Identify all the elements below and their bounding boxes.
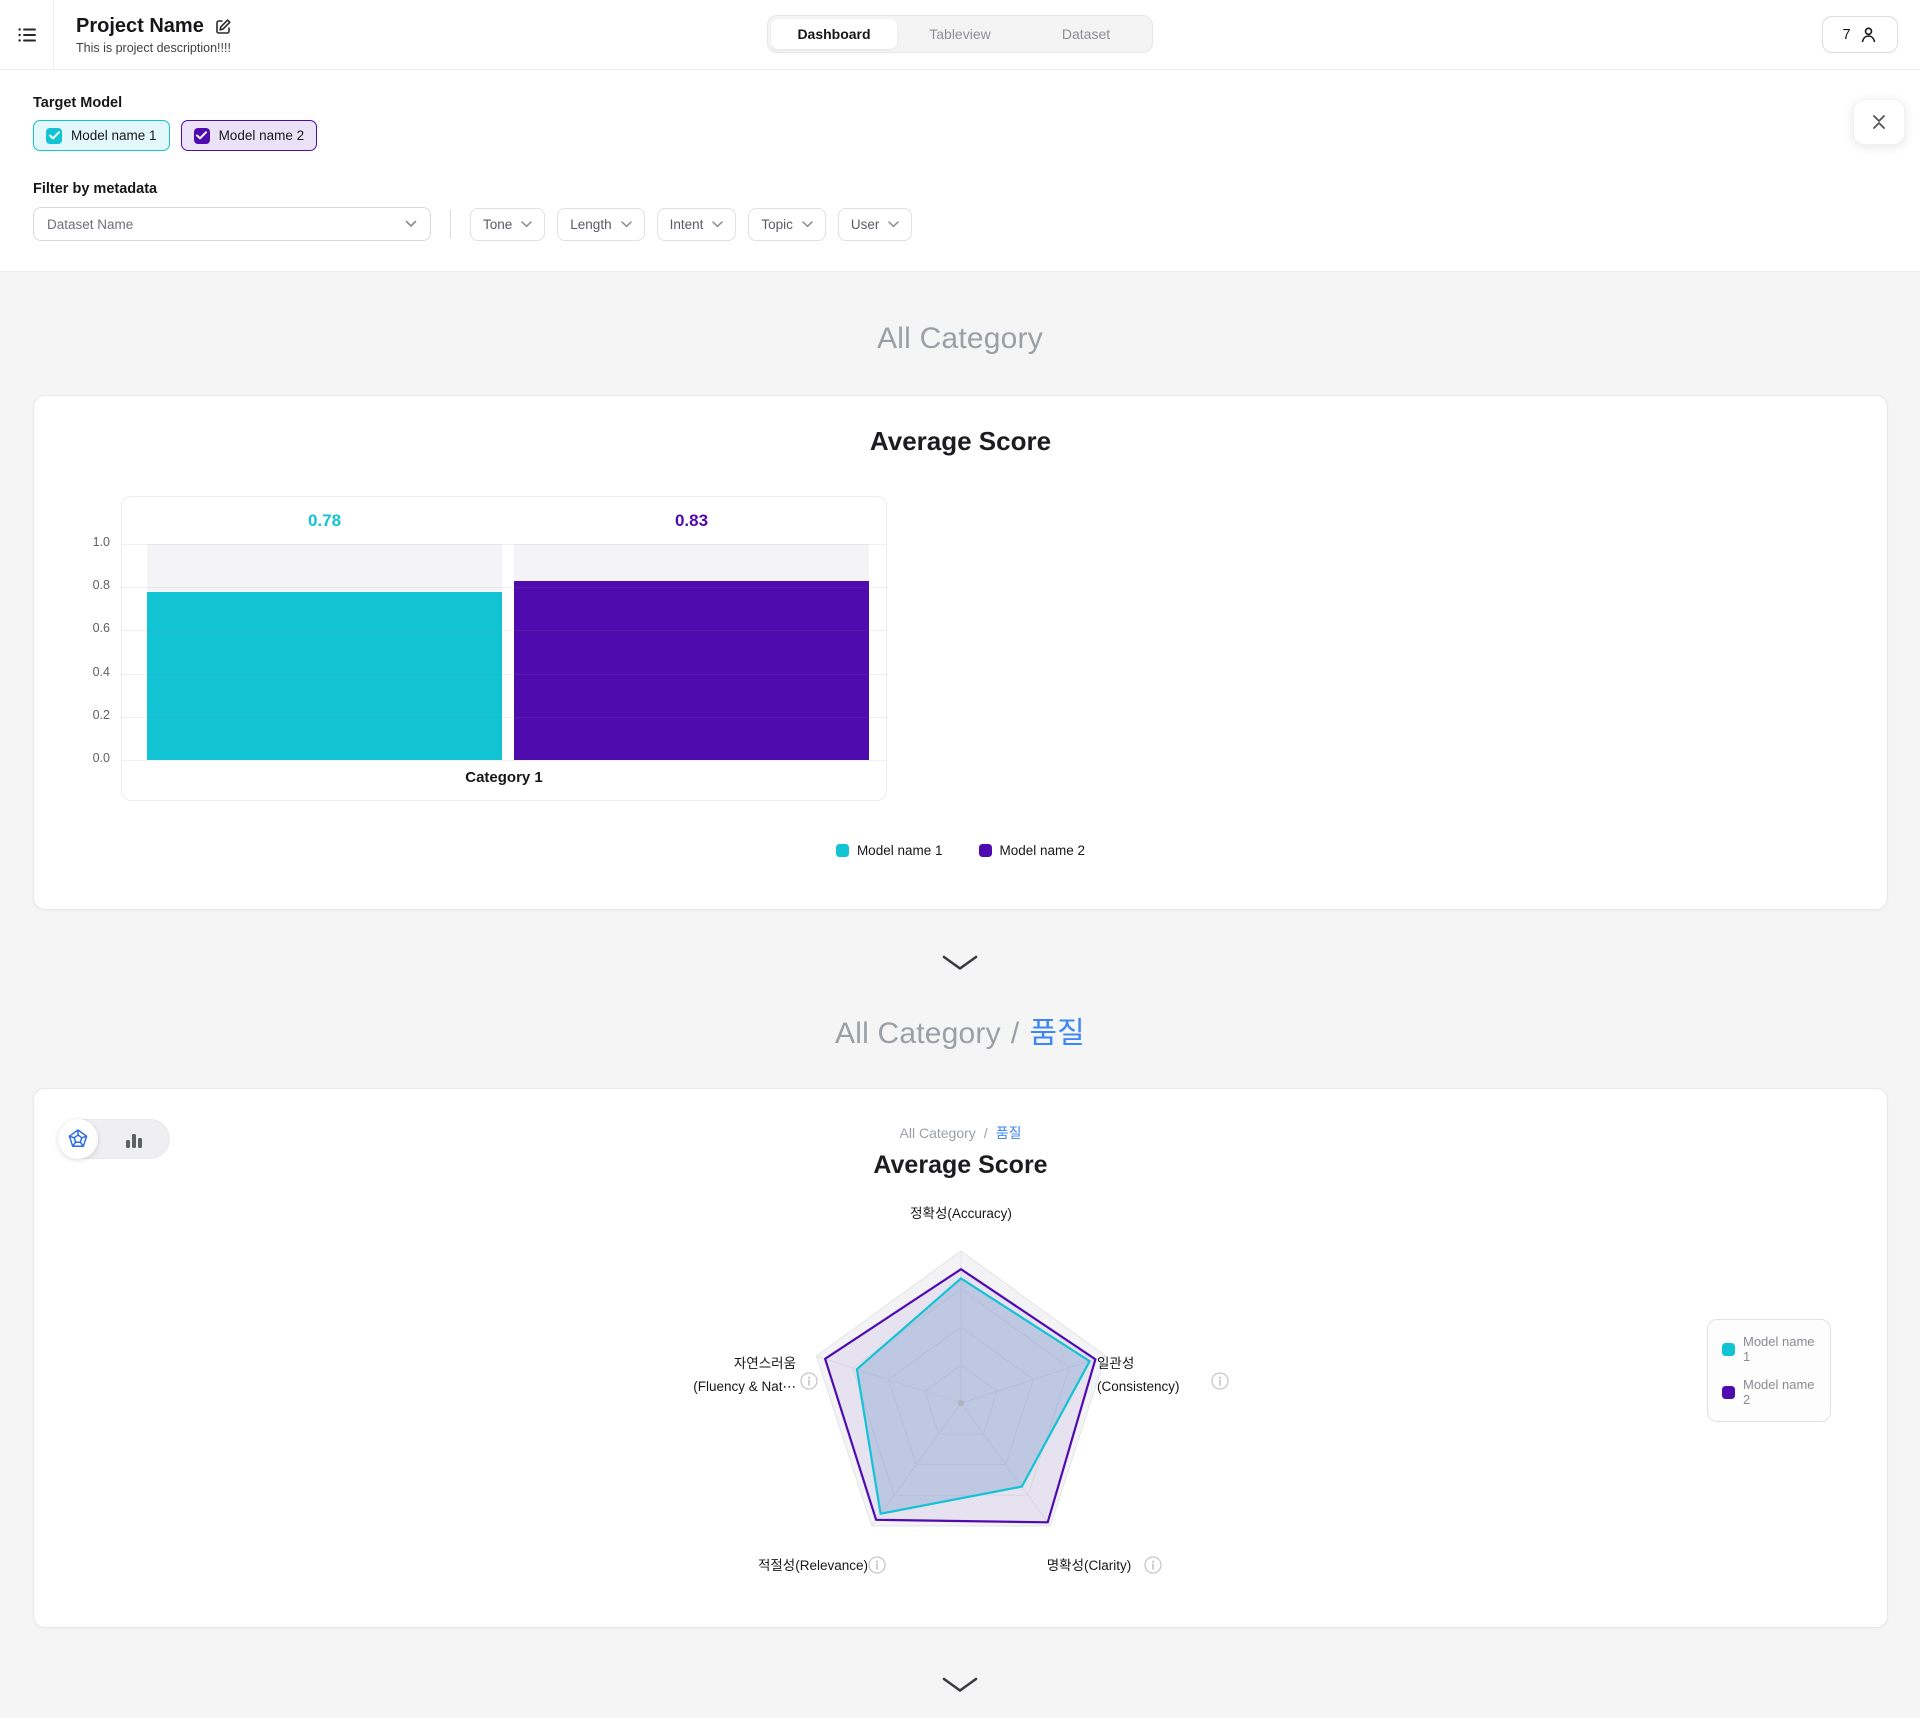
project-description: This is project description!!!! [76,41,231,55]
y-axis-tick: 0.2 [92,707,110,722]
members-count: 7 [1842,26,1851,43]
radar-axis-label: (Consistency) [1097,1379,1180,1394]
model-checkbox-group: Model name 1 Model name 2 [33,120,318,151]
legend-swatch [835,844,849,857]
bar-chart-legend: Model name 1 Model name 2 [34,843,1887,858]
bar-value-label: 0.83 [674,511,709,530]
gridline [122,544,886,545]
chevron-down-icon [620,220,632,227]
radar-axis-label: 자연스러움 [733,1356,795,1371]
breadcrumb-parent: All Category [835,1017,1001,1050]
filter-section: Target Model Model name 1 Model name 2 F… [0,70,1920,272]
filter-dropdown-user[interactable]: User [837,207,913,241]
filter-dropdown-intent[interactable]: Intent [656,207,737,241]
dataset-select-placeholder: Dataset Name [47,216,134,232]
bar-plot-area: 0.78 0.83 Category 1 [121,496,887,801]
bar-value-label: 0.78 [307,511,342,530]
x-axis-category-label: Category 1 [465,769,543,786]
legend-item-model-1[interactable]: Model name 1 [1722,1334,1822,1364]
model-1-checkbox-chip[interactable]: Model name 1 [33,120,170,151]
checkbox-checked-icon[interactable] [193,127,210,144]
chevron-down-icon [942,955,978,970]
breadcrumb-parent[interactable]: All Category [900,1125,976,1141]
menu-list-icon[interactable] [8,16,46,54]
gridline [122,587,886,589]
tab-dashboard[interactable]: Dashboard [771,19,897,49]
expand-section-chevron[interactable] [932,1670,988,1700]
gridline [122,673,886,675]
average-score-radar-card: All Category / 품질 Average Score 정확성(Accura… [33,1088,1888,1628]
app-header: Project Name This is project description… [0,0,1920,70]
chevron-down-icon [888,220,900,227]
tab-dataset[interactable]: Dataset [1023,19,1149,49]
collapse-vertical-icon [1873,115,1885,129]
radar-chart-title: Average Score [873,1151,1048,1179]
info-icon-dot [1151,1560,1154,1563]
gridline [122,630,886,632]
y-axis-tick: 0.0 [92,751,110,765]
tab-tableview[interactable]: Tableview [897,19,1023,49]
filter-dropdown-topic[interactable]: Topic [748,207,826,241]
y-axis-tick: 0.8 [92,578,110,593]
vertical-divider [450,210,451,238]
bar-model-name-1 [147,591,502,760]
legend-item-model-name-1[interactable]: Model name 1 [835,843,943,858]
section-title-all-category: All Category [877,322,1043,355]
radar-chart-legend: Model name 1 Model name 2 [1707,1319,1831,1422]
chevron-down-icon [712,220,724,227]
y-axis-tick: 1.0 [92,535,110,549]
gridline [122,716,886,718]
breadcrumb-current[interactable]: 품질 [1029,1017,1085,1050]
radar-center-dot [957,1399,964,1407]
bar-model-name-2 [514,580,869,760]
members-button[interactable]: 7 [1822,16,1898,53]
dashboard-content: All Category Average Score 0.0 0.2 0.4 0.6 0… [0,272,1920,1718]
breadcrumb-separator: / [983,1125,988,1141]
radar-axis-label: 정확성(Accuracy) [910,1206,1012,1221]
radar-axis-label: 명확성(Clarity) [1046,1558,1131,1573]
collapse-filters-button[interactable] [1853,99,1905,145]
filter-dropdown-length[interactable]: Length [557,207,645,241]
edit-project-icon[interactable] [213,17,232,36]
y-axis-tick: 0.6 [92,621,110,636]
model-1-label: Model name 1 [71,128,157,143]
info-icon-dot [1218,1376,1221,1379]
view-tabs: Dashboard Tableview Dataset [767,15,1153,53]
bar-chart: 0.0 0.2 0.4 0.6 0.8 1.0 0.78 0.83 Category 1 [34,396,1887,909]
chevron-down-icon [802,220,813,227]
card-breadcrumb: All Category / 품질 [34,1123,1887,1143]
target-model-label: Target Model [33,95,123,111]
person-icon [1861,27,1875,43]
model-2-checkbox-chip[interactable]: Model name 2 [180,120,318,151]
radar-chart: 정확성(Accuracy) 일관성 (Consistency) 명확성(Clarity… [561,1194,1361,1644]
y-axis-tick: 0.4 [92,664,110,679]
legend-item-model-2[interactable]: Model name 2 [1722,1377,1822,1407]
page-title: Project Name [76,15,204,37]
legend-swatch [1722,1342,1735,1356]
filter-dropdown-tone[interactable]: Tone [470,207,546,241]
model-2-label: Model name 2 [218,128,305,143]
checkbox-checked-icon[interactable] [46,127,62,144]
chevron-down-icon [942,1677,978,1692]
section-title-category-quality: All Category / 품질 [0,1008,1920,1052]
chevron-down-icon [521,220,533,227]
legend-swatch [1722,1385,1735,1399]
radar-axis-label: 일관성 [1097,1356,1134,1371]
legend-swatch [978,844,992,857]
breadcrumb-current[interactable]: 품질 [996,1125,1022,1141]
average-score-bar-card: Average Score 0.0 0.2 0.4 0.6 0.8 1.0 0.78 0.83… [33,395,1888,910]
dataset-name-select[interactable]: Dataset Name [33,207,431,241]
filter-metadata-label: Filter by metadata [33,181,158,197]
metadata-filter-row: Dataset Name Tone Length Intent Topic Us… [33,207,924,241]
radar-axis-label: 적절성(Relevance) [757,1558,867,1573]
info-icon-dot [875,1560,878,1563]
radar-axis-label: (Fluency & Nat⋯ [693,1379,796,1394]
legend-item-model-name-2[interactable]: Model name 2 [978,843,1085,858]
expand-section-chevron[interactable] [932,948,988,978]
gridline [122,760,886,761]
sidebar-rail [0,0,54,69]
breadcrumb-separator: / [1010,1017,1020,1050]
chevron-down-icon [405,220,417,228]
info-icon-dot [807,1376,810,1379]
